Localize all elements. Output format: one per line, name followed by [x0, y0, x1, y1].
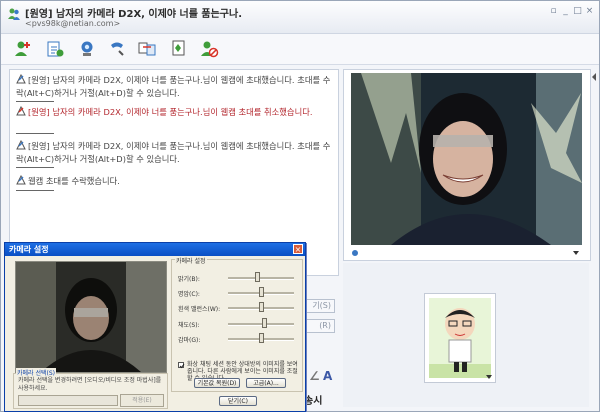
restore-icon[interactable]: ▫: [549, 7, 558, 16]
message-separator: [16, 167, 54, 168]
minimize-icon[interactable]: _: [561, 7, 570, 16]
dialog-title-bar[interactable]: 카메라 설정 ×: [5, 243, 305, 256]
chat-message: [원영] 남자의 카메라 D2X, 이제야 너를 품는구나.님이 웹캠에 초대했…: [16, 140, 331, 164]
game-icon[interactable]: [169, 39, 189, 59]
gamma-slider[interactable]: 감마(G):: [178, 333, 300, 345]
camera-select-group: 카메라 선택(S) 카메라 선택을 변경하려면 [오디오/비디오 조정 마법사]…: [13, 368, 168, 409]
camera-settings-group: 카메라 설정 밝기(B): 명암(C): 흰색 밸런스(W): 채도(S): 감…: [171, 256, 303, 392]
camera-preview: [15, 261, 167, 373]
emoticon-tool-icon[interactable]: ∠: [309, 369, 320, 383]
close-icon[interactable]: ×: [585, 7, 594, 16]
camera-settings-label: 카메라 설정: [175, 256, 207, 265]
notice-icon: [16, 175, 26, 185]
slider-thumb[interactable]: [258, 302, 264, 312]
dialog-title: 카메라 설정: [9, 245, 49, 254]
block-icon[interactable]: [199, 39, 219, 59]
webcam-video[interactable]: [351, 73, 582, 245]
message-separator: [16, 133, 54, 134]
send-button[interactable]: 송시: [304, 392, 322, 407]
chat-message: [원영] 남자의 카메라 D2X, 이제야 너를 품는구나.님이 웹캠에 초대했…: [16, 74, 331, 98]
maximize-icon[interactable]: □: [573, 7, 582, 16]
close-icon[interactable]: ×: [293, 244, 303, 254]
messenger-window: [원영] 남자의 카메라 D2X, 이제야 너를 품는구나. <pvs98k@n…: [0, 0, 600, 412]
close-button[interactable]: 닫기(C): [219, 396, 257, 406]
chat-message: 웹캠 초대를 수락했습니다.: [16, 175, 332, 188]
camera-settings-dialog: 카메라 설정 × 카메라 선택(S) 카메라 선택을 변경하려면 [오디오/비디…: [4, 242, 306, 412]
chevron-down-icon[interactable]: [573, 251, 579, 255]
camera-select-description: 카메라 선택을 변경하려면 [오디오/비디오 조정 마법사]를 사용하세요.: [18, 377, 162, 392]
slider-thumb[interactable]: [261, 318, 267, 328]
slider-thumb[interactable]: [258, 287, 264, 297]
webcam-person-image: [351, 73, 582, 245]
checkmark-icon: [179, 363, 185, 369]
apply-button[interactable]: 적용(E): [120, 394, 164, 407]
webcam-icon[interactable]: [77, 39, 97, 59]
avatar[interactable]: [424, 293, 496, 383]
slider-thumb[interactable]: [258, 333, 264, 343]
add-user-icon[interactable]: [13, 39, 33, 59]
message-separator: [16, 190, 54, 191]
message-separator: [16, 101, 54, 102]
advanced-button[interactable]: 고급(A)...: [246, 378, 286, 388]
chat-message: [원영] 남자의 카메라 D2X, 이제야 너를 품는구나.님이 웹캠 초대를 …: [16, 106, 332, 119]
messenger-user-icon: [8, 8, 20, 20]
checkbox-box[interactable]: [178, 362, 185, 369]
contrast-slider[interactable]: 명암(C):: [178, 287, 300, 299]
notice-icon: [16, 140, 26, 150]
toolbar: [1, 34, 599, 65]
brightness-slider[interactable]: 밝기(B):: [178, 272, 300, 284]
slider-thumb[interactable]: [255, 272, 261, 282]
notice-icon: [16, 74, 26, 84]
title-bar[interactable]: [원영] 남자의 카메라 D2X, 이제야 너를 품는구나. <pvs98k@n…: [1, 1, 599, 34]
camera-dropdown[interactable]: [18, 395, 118, 406]
restore-defaults-button[interactable]: 기본값 복원(D): [194, 378, 240, 388]
notice-icon: [16, 106, 26, 116]
window-title: [원영] 남자의 카메라 D2X, 이제야 너를 품는구나.: [25, 9, 242, 20]
video-controls: [352, 250, 579, 256]
send-file-icon[interactable]: [45, 39, 65, 59]
white-balance-slider[interactable]: 흰색 밸런스(W):: [178, 302, 300, 314]
webcam-status-icon: [352, 250, 358, 256]
phone-icon[interactable]: [107, 39, 127, 59]
cartoon-avatar-image: [429, 298, 491, 378]
camera-select-label: 카메라 선택(S): [16, 368, 56, 377]
saturation-slider[interactable]: 채도(S):: [178, 318, 300, 330]
share-icon[interactable]: [137, 39, 157, 59]
camera-preview-image: [16, 262, 166, 372]
side-scrollbar[interactable]: [590, 69, 598, 407]
chevron-down-icon[interactable]: [485, 374, 493, 380]
contact-email: <pvs98k@netian.com>: [25, 19, 121, 28]
font-tool-icon[interactable]: A: [323, 369, 332, 383]
